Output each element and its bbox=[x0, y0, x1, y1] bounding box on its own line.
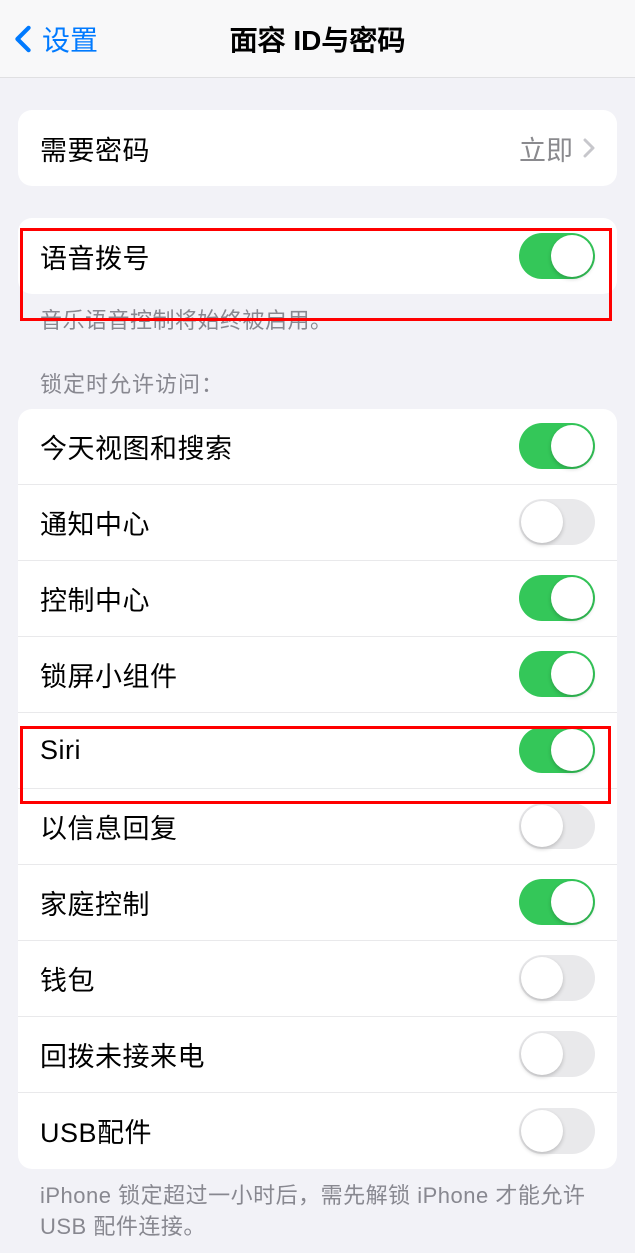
chevron-right-icon bbox=[583, 138, 595, 158]
require-passcode-value: 立即 bbox=[519, 129, 573, 168]
allow-access-label: 通知中心 bbox=[40, 503, 150, 542]
allow-access-label: USB配件 bbox=[40, 1111, 152, 1150]
require-passcode-row[interactable]: 需要密码 立即 bbox=[18, 110, 617, 186]
allow-access-toggle[interactable] bbox=[519, 955, 595, 1001]
allow-access-label: 控制中心 bbox=[40, 579, 150, 618]
allow-access-toggle[interactable] bbox=[519, 727, 595, 773]
back-label: 设置 bbox=[42, 19, 98, 59]
toggle-knob bbox=[521, 501, 563, 543]
toggle-knob bbox=[551, 729, 593, 771]
allow-access-label: 锁屏小组件 bbox=[40, 655, 178, 694]
row-value-area: 立即 bbox=[519, 129, 595, 168]
allow-access-row: Siri bbox=[18, 713, 617, 789]
allow-access-row: 钱包 bbox=[18, 941, 617, 1017]
allow-access-toggle[interactable] bbox=[519, 499, 595, 545]
toggle-knob bbox=[521, 805, 563, 847]
allow-access-row: 今天视图和搜索 bbox=[18, 409, 617, 485]
allow-access-label: 回拨未接来电 bbox=[40, 1035, 205, 1074]
allow-access-toggle[interactable] bbox=[519, 879, 595, 925]
allow-access-toggle[interactable] bbox=[519, 575, 595, 621]
voice-dial-toggle[interactable] bbox=[519, 233, 595, 279]
allow-access-toggle[interactable] bbox=[519, 423, 595, 469]
toggle-knob bbox=[521, 1033, 563, 1075]
voice-dial-label: 语音拨号 bbox=[40, 237, 150, 276]
allow-access-row: USB配件 bbox=[18, 1093, 617, 1169]
allow-access-label: 今天视图和搜索 bbox=[40, 427, 233, 466]
toggle-knob bbox=[551, 235, 593, 277]
toggle-knob bbox=[521, 1110, 563, 1152]
allow-access-toggle[interactable] bbox=[519, 803, 595, 849]
toggle-knob bbox=[551, 881, 593, 923]
allow-access-toggle[interactable] bbox=[519, 1031, 595, 1077]
allow-access-row: 家庭控制 bbox=[18, 865, 617, 941]
allow-access-toggle[interactable] bbox=[519, 1108, 595, 1154]
allow-access-row: 通知中心 bbox=[18, 485, 617, 561]
back-button[interactable]: 设置 bbox=[0, 19, 98, 59]
allow-access-label: 家庭控制 bbox=[40, 883, 150, 922]
allow-access-header: 锁定时允许访问： bbox=[0, 367, 635, 409]
toggle-knob bbox=[551, 577, 593, 619]
allow-access-label: 钱包 bbox=[40, 959, 95, 998]
allow-access-footer: iPhone 锁定超过一小时后，需先解锁 iPhone 才能允许 USB 配件连… bbox=[0, 1169, 635, 1243]
allow-access-row: 以信息回复 bbox=[18, 789, 617, 865]
require-passcode-group: 需要密码 立即 bbox=[18, 110, 617, 186]
page-title: 面容 ID与密码 bbox=[230, 19, 406, 59]
allow-access-label: 以信息回复 bbox=[40, 807, 178, 846]
toggle-knob bbox=[551, 425, 593, 467]
allow-access-row: 控制中心 bbox=[18, 561, 617, 637]
voice-dial-footer: 音乐语音控制将始终被启用。 bbox=[0, 294, 635, 337]
allow-access-group: 今天视图和搜索通知中心控制中心锁屏小组件 Siri 以信息回复家庭控制钱包回拨未接来… bbox=[18, 409, 617, 1169]
allow-access-row: 锁屏小组件 bbox=[18, 637, 617, 713]
toggle-knob bbox=[521, 957, 563, 999]
allow-access-label: Siri bbox=[40, 735, 81, 766]
voice-dial-row: 语音拨号 bbox=[18, 218, 617, 294]
chevron-left-icon bbox=[14, 25, 32, 53]
voice-dial-group: 语音拨号 bbox=[18, 218, 617, 294]
allow-access-row: 回拨未接来电 bbox=[18, 1017, 617, 1093]
require-passcode-label: 需要密码 bbox=[40, 129, 150, 168]
nav-bar: 设置 面容 ID与密码 bbox=[0, 0, 635, 78]
toggle-knob bbox=[551, 653, 593, 695]
allow-access-toggle[interactable] bbox=[519, 651, 595, 697]
